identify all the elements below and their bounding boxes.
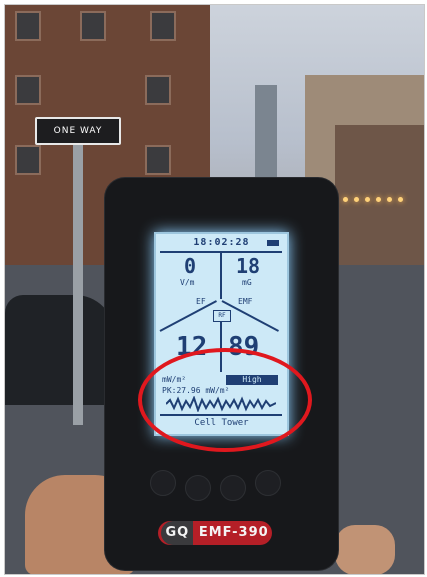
ef-value: 0 [184,254,197,278]
hand-finger [335,525,395,574]
emf-label: EMF [238,297,253,306]
meter-button [150,470,176,496]
window [145,75,171,105]
brand-gq: GQ [161,521,194,545]
brand-model: EMF-390 [198,525,269,540]
divider [159,300,217,332]
window [15,145,41,175]
distant-tower [255,85,277,180]
ef-label: EF [196,297,206,306]
divider [220,253,222,299]
window [80,11,106,41]
window [145,145,171,175]
street-sign: ONE WAY [35,117,121,145]
window [15,11,41,41]
brand-logo: GQ EMF-390 [158,521,272,545]
string-lights [343,187,423,202]
emf-unit: mG [242,278,252,287]
meter-button [185,475,211,501]
sign-pole [73,135,83,425]
battery-icon [267,240,279,246]
window [15,75,41,105]
emf-value: 18 [236,254,261,278]
meter-button [220,475,246,501]
ef-unit: V/m [180,278,195,287]
rf-label: RF [213,310,231,322]
parked-car [5,295,115,405]
window [150,11,176,41]
highlight-circle [138,348,312,452]
meter-button [255,470,281,496]
building-right-dark [335,125,424,285]
